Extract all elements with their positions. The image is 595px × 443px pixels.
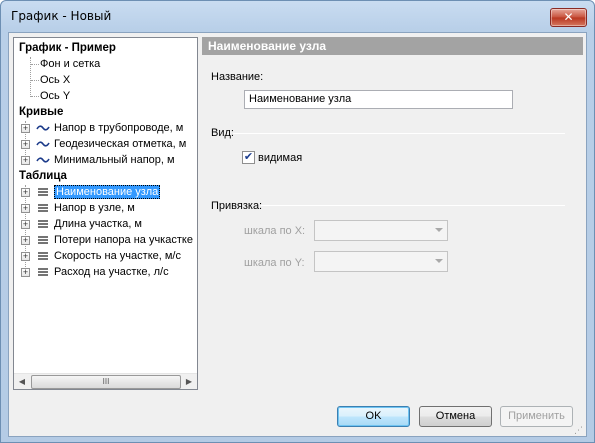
tree-item-label: Длина участка, м [54,218,142,230]
tree-item-node-name[interactable]: Наименование узла [54,184,161,200]
tree-item-label: Ось X [40,74,71,86]
tree-item-label: Минимальный напор, м [54,154,175,166]
name-label: Название: [211,71,264,83]
table-column-icon [38,188,48,196]
panel-header: Наименование узла [202,37,583,55]
tree-group-label: Кривые [19,106,64,118]
tree-group-table[interactable]: Таблица [19,168,67,184]
tree-connector [31,80,39,81]
expand-icon[interactable]: + [21,188,30,197]
expand-icon[interactable]: + [21,204,30,213]
resize-grip-icon[interactable]: ⋰ [574,425,586,437]
tree-item-pipe-head[interactable]: Напор в трубопроводе, м [54,120,183,136]
table-column-icon [38,220,48,228]
tree-item-node-head[interactable]: Напор в узле, м [54,200,135,216]
expand-icon[interactable]: + [21,236,30,245]
tree-group-label: Таблица [19,170,67,182]
tree-item-flow[interactable]: Расход на участке, л/с [54,264,169,280]
close-icon: ✕ [563,10,574,24]
scale-x-select[interactable] [314,220,448,241]
tree-item-axis-x[interactable]: Ось X [40,72,70,88]
expand-icon[interactable]: + [21,156,30,165]
scroll-thumb[interactable]: III [31,375,181,389]
tree-item-label: Потери напора на учкастке [54,234,193,246]
dialog-client-area: График - Пример Фон и сетка Ось X Ось Y … [8,32,587,437]
tree-item-label: Расход на участке, л/с [54,266,169,278]
divider [233,133,565,134]
visible-label: видимая [258,152,303,164]
curve-icon [36,125,50,131]
tree-item-label: Ось Y [40,90,71,102]
expand-icon[interactable]: + [21,268,30,277]
tree-item-background-grid[interactable]: Фон и сетка [40,56,100,72]
tree-item-label-selected: Наименование узла [54,185,161,199]
binding-label: Привязка: [211,200,263,212]
tree-group-curves[interactable]: Кривые [19,104,63,120]
table-column-icon [38,268,48,276]
tree-item-label: Геодезическая отметка, м [54,138,187,150]
tree-item-axis-y[interactable]: Ось Y [40,88,70,104]
tree-connector [31,64,39,65]
dialog-window: График - Новый ✕ График - Пример Фон и с… [0,0,595,443]
scroll-right-icon[interactable]: ▶ [181,374,197,390]
table-column-icon [38,252,48,260]
chevron-down-icon [435,259,443,263]
expand-icon[interactable]: + [21,140,30,149]
scroll-grip-icon: III [102,377,110,386]
expand-icon[interactable]: + [21,252,30,261]
tree-item-label: Напор в узле, м [54,202,135,214]
tree-horizontal-scrollbar[interactable]: ◀ III ▶ [14,373,197,389]
scale-x-label: шкала по X: [244,225,306,237]
tree-connector [30,57,31,97]
ok-button[interactable]: OK [337,406,410,427]
tree-item-velocity[interactable]: Скорость на участке, м/с [54,248,181,264]
tree-item-geodetic-mark[interactable]: Геодезическая отметка, м [54,136,186,152]
apply-button[interactable]: Применить [500,406,573,427]
settings-tree[interactable]: График - Пример Фон и сетка Ось X Ось Y … [13,37,198,390]
curve-icon [36,157,50,163]
tree-item-label: Напор в трубопроводе, м [54,122,184,134]
tree-item-head-loss[interactable]: Потери напора на учкастке [54,232,193,248]
scale-y-label: шкала по Y: [244,257,305,269]
divider [261,205,565,206]
tree-connector [31,96,39,97]
tree-item-segment-length[interactable]: Длина участка, м [54,216,142,232]
tree-group-label: График - Пример [19,42,116,54]
tree-item-min-head[interactable]: Минимальный напор, м [54,152,175,168]
table-column-icon [38,204,48,212]
cancel-button[interactable]: Отмена [419,406,492,427]
close-button[interactable]: ✕ [550,8,587,27]
expand-icon[interactable]: + [21,124,30,133]
title-bar[interactable]: График - Новый ✕ [1,1,594,32]
name-field[interactable]: Наименование узла [244,90,513,109]
scale-y-select[interactable] [314,251,448,272]
tree-item-label: Фон и сетка [40,58,101,70]
tree-item-label: Скорость на участке, м/с [54,250,181,262]
chevron-down-icon [435,228,443,232]
scroll-left-icon[interactable]: ◀ [14,374,30,390]
window-title: График - Новый [11,9,112,23]
expand-icon[interactable]: + [21,220,30,229]
visible-checkbox[interactable]: ✔ [242,151,255,164]
curve-icon [36,141,50,147]
tree-group-graph[interactable]: График - Пример [19,40,116,56]
view-label: Вид: [211,127,234,139]
table-column-icon [38,236,48,244]
checkmark-icon: ✔ [243,151,254,163]
tree-content: График - Пример Фон и сетка Ось X Ось Y … [14,38,197,373]
